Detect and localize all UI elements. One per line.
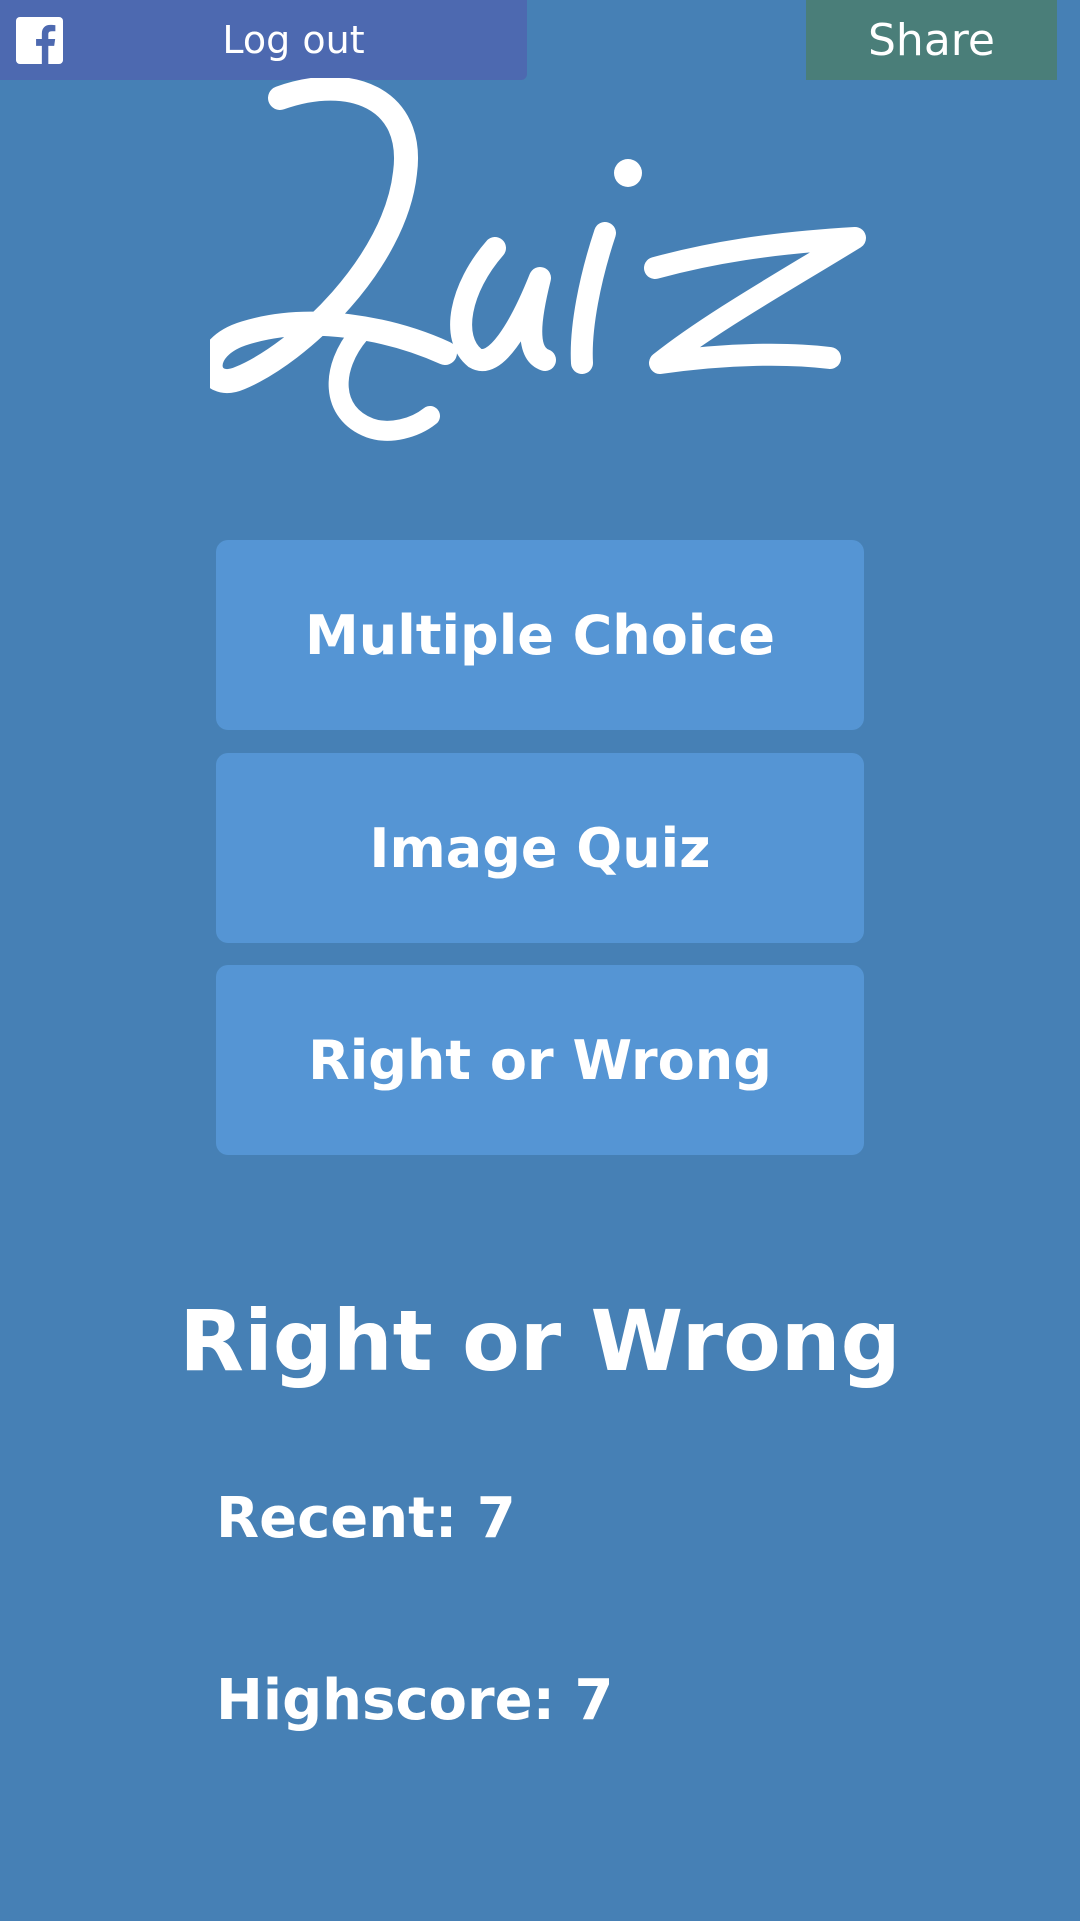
- highscore: Highscore: 7: [216, 1668, 614, 1733]
- logout-label: Log out: [222, 18, 365, 62]
- share-button[interactable]: Share: [806, 0, 1057, 80]
- right-or-wrong-button[interactable]: Right or Wrong: [216, 965, 864, 1155]
- score-section-title: Right or Wrong: [179, 1292, 901, 1390]
- quiz-logo: [210, 78, 866, 441]
- multiple-choice-button[interactable]: Multiple Choice: [216, 540, 864, 730]
- image-quiz-button[interactable]: Image Quiz: [216, 753, 864, 943]
- facebook-logout-button[interactable]: Log out: [0, 0, 527, 80]
- recent-score: Recent: 7: [216, 1486, 516, 1551]
- top-bar: Log out Share: [0, 0, 1080, 80]
